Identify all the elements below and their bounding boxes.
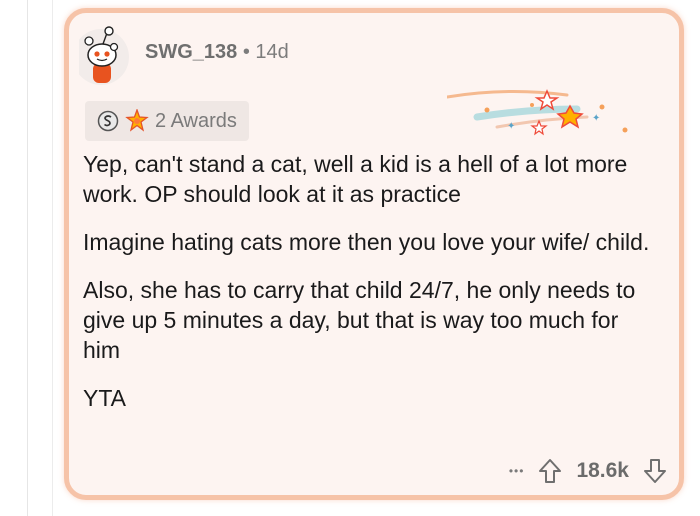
comment-actions: ••• 18.6k [509,453,667,489]
comment-age: 14d [255,41,289,63]
comment-meta: SWG_138 • 14d [145,41,289,64]
thread-line[interactable] [27,0,28,516]
comment-paragraph: Yep, can't stand a cat, well a kid is a … [83,151,628,207]
comment-paragraph: YTA [83,385,127,411]
svg-text:✦: ✦ [507,121,515,132]
more-icon[interactable]: ••• [509,464,525,478]
comment-body: Yep, can't stand a cat, well a kid is a … [83,149,653,431]
awards-label: 2 Awards [155,109,237,132]
comment-paragraph: Imagine hating cats more then you love y… [83,229,650,255]
comment-card: SWG_138 • 14d 2 Awards ✦ ✦ Yep, can't st… [64,8,684,500]
award-comet-decoration: ✦ ✦ [447,89,628,136]
thread-line-secondary [52,0,53,516]
silver-award-icon [97,110,119,132]
awards-badge[interactable]: 2 Awards [85,101,249,141]
username[interactable]: SWG_138 [145,41,237,63]
meta-separator: • [242,41,250,63]
avatar[interactable] [79,21,133,85]
gold-award-icon [125,109,149,132]
svg-text:✦: ✦ [592,113,600,124]
vote-score: 18.6k [576,459,629,482]
downvote-icon[interactable] [643,458,667,484]
comment-paragraph: Also, she has to carry that child 24/7, … [83,277,636,363]
upvote-icon[interactable] [538,458,562,484]
